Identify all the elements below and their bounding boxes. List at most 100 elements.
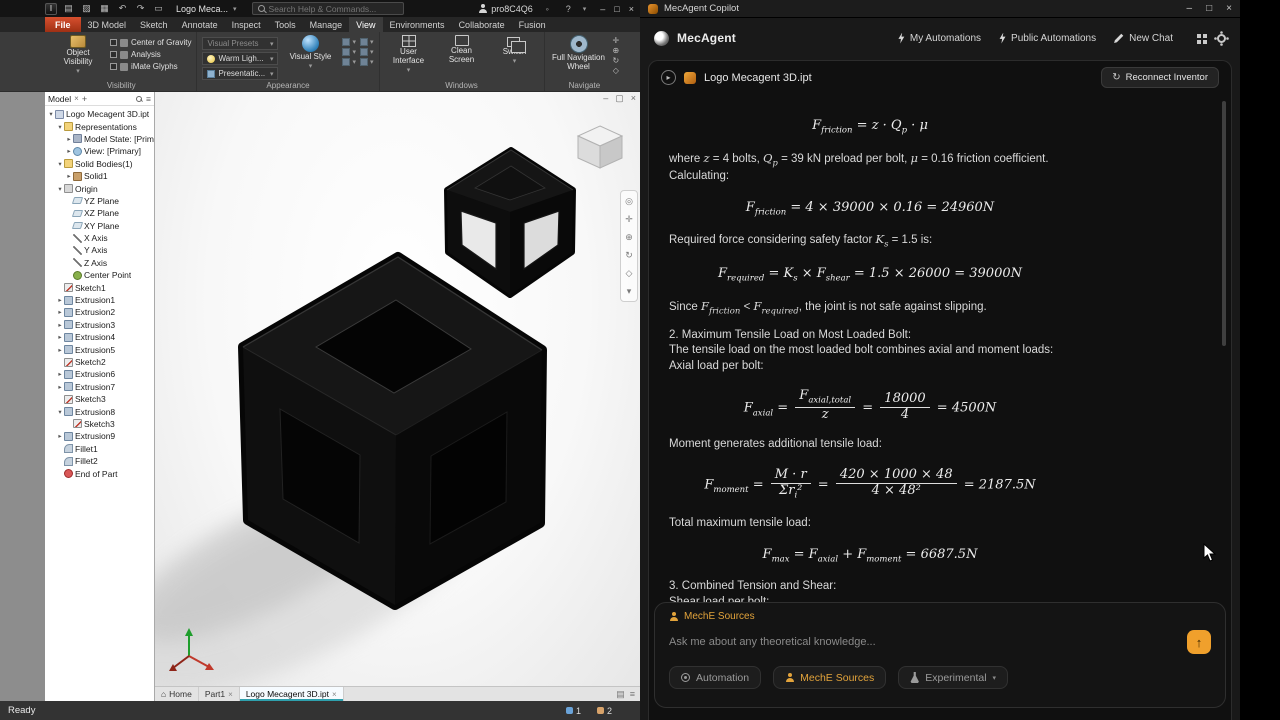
ribbon-tab-environments[interactable]: Environments [383, 17, 452, 32]
tree-item-extrusion1[interactable]: ▸ Extrusion1 [45, 294, 154, 306]
doc-tab-home[interactable]: ⌂ Home [155, 687, 199, 701]
mode-experimental[interactable]: Experimental ▾ [898, 666, 1009, 689]
mode-meche-sources[interactable]: MechE Sources [773, 666, 887, 689]
orbit-icon[interactable]: ↻ [622, 248, 636, 262]
expander-icon[interactable]: ▸ [56, 383, 64, 391]
tree-item-sketch3[interactable]: Sketch3 [45, 393, 154, 405]
tree-item-x-axis[interactable]: X Axis [45, 232, 154, 244]
tree-item-center-point[interactable]: Center Point [45, 269, 154, 281]
visual-style-button[interactable]: Visual Style ▾ [283, 34, 337, 70]
tree-item-extrusion3[interactable]: ▸ Extrusion3 [45, 319, 154, 331]
browser-search-icon[interactable] [136, 95, 143, 102]
look-at-icon[interactable]: ◇ [613, 66, 620, 75]
object-visibility-button[interactable]: Object Visibility ▾ [51, 34, 105, 75]
undo-icon[interactable]: ↶ [116, 3, 129, 15]
notifications-icon[interactable]: ◦ [541, 3, 554, 15]
small-cube-model[interactable] [444, 147, 576, 298]
dropdown-visual-presets[interactable]: Visual Presets ▾ [202, 37, 279, 50]
expander-icon[interactable]: ▸ [65, 172, 73, 180]
mode-automation[interactable]: Automation [669, 666, 762, 689]
ribbon-tab-fusion[interactable]: Fusion [512, 17, 553, 32]
orbit-icon[interactable]: ↻ [613, 56, 620, 65]
close-button[interactable]: × [629, 4, 634, 14]
apps-grid-icon[interactable] [1197, 34, 1201, 38]
tree-item-fillet2[interactable]: Fillet2 [45, 455, 154, 467]
close-icon[interactable]: × [332, 690, 337, 699]
tree-item-z-axis[interactable]: Z Axis [45, 257, 154, 269]
search-input[interactable] [268, 3, 398, 14]
tree-item-yz-plane[interactable]: YZ Plane [45, 195, 154, 207]
minimize-button[interactable]: – [1187, 3, 1193, 14]
expander-icon[interactable]: ▾ [56, 160, 64, 168]
full-navigation-wheel-button[interactable]: Full Navigation Wheel [550, 34, 608, 72]
nav-my-automations[interactable]: My Automations [898, 32, 981, 44]
zoom-icon[interactable]: ⊕ [613, 46, 620, 55]
tab-list-icon[interactable]: ▤ [616, 689, 625, 700]
button-clean-screen[interactable]: Clean Screen [438, 34, 486, 65]
chevron-down-icon[interactable]: ▾ [233, 5, 237, 13]
ribbon-tab-collaborate[interactable]: Collaborate [452, 17, 512, 32]
ribbon-tab-view[interactable]: View [349, 17, 383, 32]
ribbon-tab-3d-model[interactable]: 3D Model [81, 17, 134, 32]
zoom-icon[interactable]: ⊕ [622, 230, 636, 244]
new-file-icon[interactable]: ▤ [62, 3, 75, 15]
appearance-option-icon[interactable]: ▾ [359, 48, 374, 56]
reconnect-inventor-button[interactable]: ↻ Reconnect Inventor [1101, 67, 1219, 88]
expander-icon[interactable]: ▾ [47, 110, 55, 118]
close-button[interactable]: × [1226, 3, 1232, 14]
pan-icon[interactable]: ✛ [613, 36, 620, 45]
ribbon-tab-tools[interactable]: Tools [268, 17, 303, 32]
save-icon[interactable]: ▦ [98, 3, 111, 15]
browser-tab-model[interactable]: Model [48, 94, 71, 104]
command-search[interactable] [251, 2, 404, 15]
appearance-option-icon[interactable]: ▾ [359, 58, 374, 66]
tree-item-sketch2[interactable]: Sketch2 [45, 356, 154, 368]
3d-viewport[interactable]: – ▢ × ◎ ✛ ⊕ ↻ ◇ ▾ [155, 92, 640, 686]
appearance-option-icon[interactable]: ▾ [359, 38, 374, 46]
expander-icon[interactable]: ▸ [56, 321, 64, 329]
checkbox-analysis[interactable]: Analysis [110, 50, 191, 59]
scrollbar-thumb[interactable] [1222, 101, 1226, 346]
tree-item-sketch1[interactable]: Sketch1 [45, 281, 154, 293]
ribbon-tab-sketch[interactable]: Sketch [133, 17, 175, 32]
expander-icon[interactable]: ▸ [56, 432, 64, 440]
tree-item-sketch3[interactable]: Sketch3 [45, 418, 154, 430]
tree-item-xz-plane[interactable]: XZ Plane [45, 207, 154, 219]
expander-icon[interactable]: ▸ [65, 135, 73, 143]
tree-item-fillet1[interactable]: Fillet1 [45, 443, 154, 455]
close-icon[interactable]: × [228, 690, 233, 699]
tree-item-extrusion5[interactable]: ▸ Extrusion5 [45, 343, 154, 355]
minimize-button[interactable]: – [600, 4, 605, 14]
browser-menu-icon[interactable]: ≡ [146, 94, 151, 104]
nav-public-automations[interactable]: Public Automations [999, 32, 1096, 44]
checkbox-center-of-gravity[interactable]: Center of Gravity [110, 38, 191, 47]
tree-item-xy-plane[interactable]: XY Plane [45, 220, 154, 232]
nav-new-chat[interactable]: New Chat [1114, 33, 1173, 44]
doc-tab-logo-mecagent-3d-ipt[interactable]: Logo Mecagent 3D.ipt × [239, 687, 344, 701]
tree-item-extrusion7[interactable]: ▸ Extrusion7 [45, 381, 154, 393]
look-at-icon[interactable]: ◇ [622, 266, 636, 280]
appearance-option-icon[interactable]: ▾ [342, 38, 356, 46]
tree-item-extrusion2[interactable]: ▸ Extrusion2 [45, 306, 154, 318]
add-panel-icon[interactable]: + [82, 94, 87, 104]
doc-restore-icon[interactable]: ▢ [615, 93, 624, 104]
expander-icon[interactable]: ▸ [56, 333, 64, 341]
expander-icon[interactable]: ▾ [56, 185, 64, 193]
maximize-button[interactable]: □ [614, 4, 619, 14]
doc-close-icon[interactable]: × [631, 93, 636, 104]
chat-input[interactable] [669, 636, 1177, 648]
run-status-icon[interactable]: ▸ [661, 70, 676, 85]
tree-item-logo-mecagent-3d-ipt[interactable]: ▾ Logo Mecagent 3D.ipt [45, 108, 154, 120]
checkbox-imate-glyphs[interactable]: iMate Glyphs [110, 62, 191, 71]
inventor-app-icon[interactable]: I [45, 2, 57, 15]
ribbon-tab-annotate[interactable]: Annotate [175, 17, 225, 32]
dropdown-warm-ligh[interactable]: Warm Ligh... ▾ [202, 52, 279, 65]
tree-item-representations[interactable]: ▾ Representations [45, 120, 154, 132]
expander-icon[interactable]: ▾ [56, 123, 64, 131]
expander-icon[interactable]: ▸ [56, 296, 64, 304]
tree-item-extrusion9[interactable]: ▸ Extrusion9 [45, 430, 154, 442]
account-chip[interactable]: pro8C4Q6 [478, 4, 533, 14]
tab-menu-icon[interactable]: ≡ [630, 689, 635, 699]
expander-icon[interactable]: ▸ [56, 308, 64, 316]
ribbon-tab-manage[interactable]: Manage [303, 17, 350, 32]
